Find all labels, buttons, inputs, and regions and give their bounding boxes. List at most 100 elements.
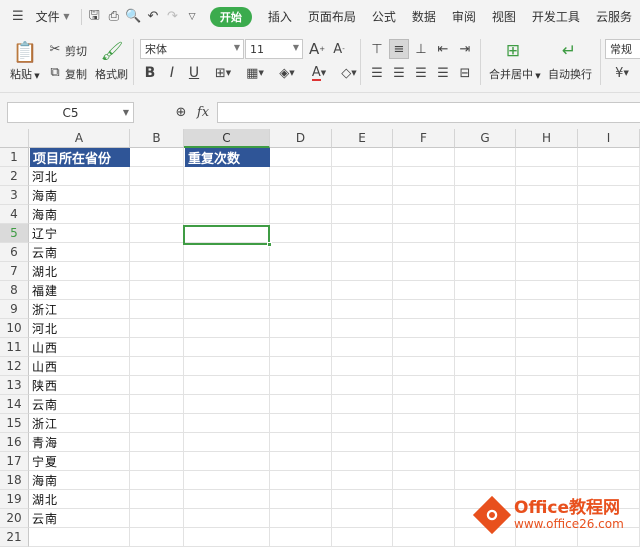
distributed-align-icon[interactable]: ⊟ — [456, 64, 474, 82]
cell-a20[interactable]: 云南 — [30, 509, 129, 527]
cell-a14[interactable]: 云南 — [30, 395, 129, 413]
cell-a19[interactable]: 湖北 — [30, 490, 129, 508]
row-header-9[interactable]: 9 — [0, 300, 29, 319]
column-header-h[interactable]: H — [516, 129, 578, 148]
font-color-icon[interactable]: A ▼ — [304, 63, 334, 83]
cell-a8[interactable]: 福建 — [30, 281, 129, 299]
selected-cell-outline[interactable] — [183, 225, 270, 245]
italic-button[interactable]: I — [164, 63, 180, 83]
cell-a18[interactable]: 海南 — [30, 471, 129, 489]
print-preview-icon[interactable]: 🔍 — [124, 6, 144, 28]
cut-icon[interactable]: ✂ — [47, 41, 63, 57]
column-header-b[interactable]: B — [130, 129, 184, 148]
bold-button[interactable]: B — [142, 63, 158, 83]
cell-a17[interactable]: 宁夏 — [30, 452, 129, 470]
justify-icon[interactable]: ☰ — [434, 64, 452, 82]
fill-handle[interactable] — [267, 242, 272, 247]
insert-function-button[interactable]: fx — [194, 103, 212, 121]
paste-icon[interactable]: 📋 — [12, 39, 38, 65]
row-header-15[interactable]: 15 — [0, 414, 29, 433]
customize-toolbar-icon[interactable]: ▽ — [182, 6, 202, 28]
cell-a2[interactable]: 河北 — [30, 167, 129, 185]
decrease-font-icon[interactable]: A- — [331, 40, 347, 58]
tab-formulas[interactable]: 公式 — [364, 6, 404, 28]
underline-button[interactable]: U — [186, 63, 202, 83]
align-top-icon[interactable]: ⊤ — [368, 40, 386, 58]
wrap-text-icon[interactable]: ↵ — [558, 40, 580, 62]
tab-insert[interactable]: 插入 — [260, 6, 300, 28]
align-left-icon[interactable]: ☰ — [368, 64, 386, 82]
row-header-19[interactable]: 19 — [0, 490, 29, 509]
tab-view[interactable]: 视图 — [484, 6, 524, 28]
align-bottom-icon[interactable]: ⊥ — [412, 40, 430, 58]
row-header-17[interactable]: 17 — [0, 452, 29, 471]
save-icon[interactable]: 🖫 — [84, 6, 104, 28]
row-header-3[interactable]: 3 — [0, 186, 29, 205]
cell-a9[interactable]: 浙江 — [30, 300, 129, 318]
tab-cloud-service[interactable]: 云服务 — [588, 6, 640, 28]
cell-a12[interactable]: 山西 — [30, 357, 129, 375]
cell-a7[interactable]: 湖北 — [30, 262, 129, 280]
hamburger-menu-icon[interactable]: ☰ — [8, 6, 28, 28]
cell-a11[interactable]: 山西 — [30, 338, 129, 356]
align-right-icon[interactable]: ☰ — [412, 64, 430, 82]
font-name-select[interactable]: 宋体 ▼ — [140, 39, 244, 59]
row-header-7[interactable]: 7 — [0, 262, 29, 281]
row-header-13[interactable]: 13 — [0, 376, 29, 395]
column-header-a[interactable]: A — [29, 129, 130, 148]
row-header-14[interactable]: 14 — [0, 395, 29, 414]
align-middle-icon[interactable]: ≡ — [389, 39, 409, 59]
row-header-10[interactable]: 10 — [0, 319, 29, 338]
increase-indent-icon[interactable]: ⇥ — [456, 40, 474, 58]
undo-icon[interactable]: ↶ — [143, 6, 163, 28]
column-header-g[interactable]: G — [455, 129, 516, 148]
cell-a10[interactable]: 河北 — [30, 319, 129, 337]
column-header-d[interactable]: D — [270, 129, 332, 148]
tab-home[interactable]: 开始 — [209, 6, 252, 27]
name-box[interactable]: C5 ▼ — [7, 102, 134, 123]
tab-review[interactable]: 审阅 — [444, 6, 484, 28]
border-icon[interactable]: ⊞ ▼ — [208, 63, 238, 83]
paste-button[interactable]: 粘贴 ▼ — [10, 66, 40, 82]
cell-a4[interactable]: 海南 — [30, 205, 129, 223]
tab-developer[interactable]: 开发工具 — [524, 6, 588, 28]
row-header-11[interactable]: 11 — [0, 338, 29, 357]
cell-a13[interactable]: 陕西 — [30, 376, 129, 394]
number-format-select[interactable]: 常规 — [605, 39, 640, 59]
paint-bucket-icon[interactable]: ◈ ▼ — [272, 63, 302, 83]
print-icon[interactable]: ⎙ — [104, 6, 124, 28]
column-header-f[interactable]: F — [393, 129, 455, 148]
row-header-1[interactable]: 1 — [0, 148, 29, 167]
row-header-18[interactable]: 18 — [0, 471, 29, 490]
format-painter-button[interactable]: 格式刷 — [95, 66, 128, 82]
decrease-indent-icon[interactable]: ⇤ — [434, 40, 452, 58]
cell-a16[interactable]: 青海 — [30, 433, 129, 451]
zoom-search-icon[interactable]: ⊕ — [173, 103, 189, 121]
column-header-c[interactable]: C — [184, 129, 270, 148]
align-center-icon[interactable]: ☰ — [390, 64, 408, 82]
cell-a15[interactable]: 浙江 — [30, 414, 129, 432]
format-painter-icon[interactable]: 🖌 — [101, 39, 124, 63]
redo-icon[interactable]: ↷ — [163, 6, 183, 28]
font-size-select[interactable]: 11 ▼ — [245, 39, 303, 59]
cut-button[interactable]: 剪切 — [65, 43, 87, 59]
cell-a5[interactable]: 辽宁 — [30, 224, 129, 242]
copy-icon[interactable]: ⧉ — [47, 64, 63, 80]
column-header-e[interactable]: E — [332, 129, 393, 148]
merge-center-icon[interactable]: ⊞ — [502, 40, 524, 62]
wrap-text-button[interactable]: 自动换行 — [548, 66, 592, 82]
select-all-corner[interactable] — [0, 129, 29, 148]
row-header-16[interactable]: 16 — [0, 433, 29, 452]
copy-button[interactable]: 复制 — [65, 66, 87, 82]
currency-icon[interactable]: ¥ ▼ — [607, 63, 637, 83]
file-menu[interactable]: 文件 ▼ — [28, 6, 78, 28]
row-header-20[interactable]: 20 — [0, 509, 29, 528]
cell-a1-header[interactable]: 项目所在省份 — [30, 148, 130, 167]
row-header-6[interactable]: 6 — [0, 243, 29, 262]
tab-data[interactable]: 数据 — [404, 6, 444, 28]
cell-a6[interactable]: 云南 — [30, 243, 129, 261]
row-header-2[interactable]: 2 — [0, 167, 29, 186]
fill-color-icon[interactable]: ▦ ▼ — [240, 63, 270, 83]
row-header-5[interactable]: 5 — [0, 224, 29, 243]
row-header-8[interactable]: 8 — [0, 281, 29, 300]
